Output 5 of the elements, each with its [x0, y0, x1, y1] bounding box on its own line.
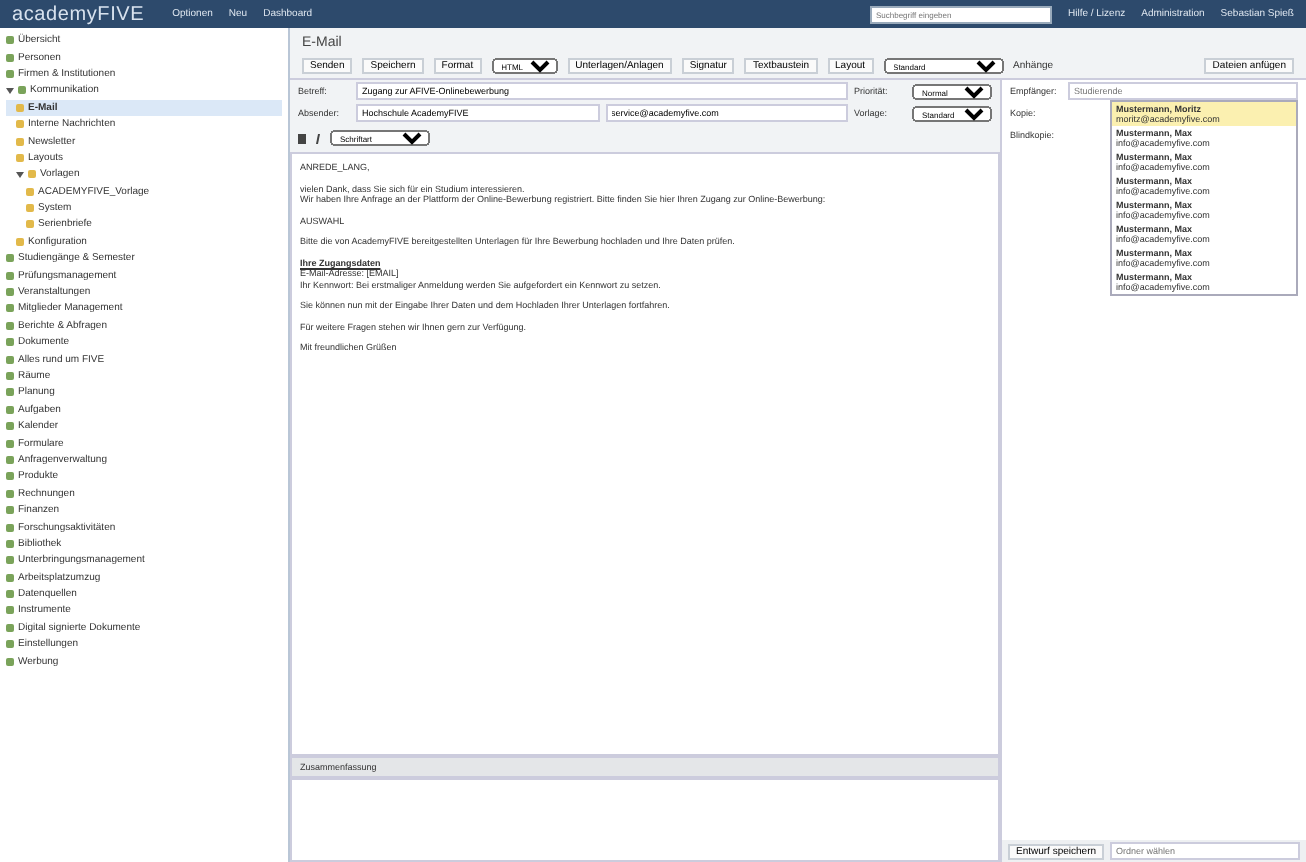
comment-field[interactable] [290, 778, 1000, 862]
italic-icon[interactable] [314, 133, 322, 143]
expand-icon[interactable] [16, 170, 24, 179]
logo: academyFIVE [12, 3, 145, 25]
expand-icon[interactable] [6, 86, 14, 95]
